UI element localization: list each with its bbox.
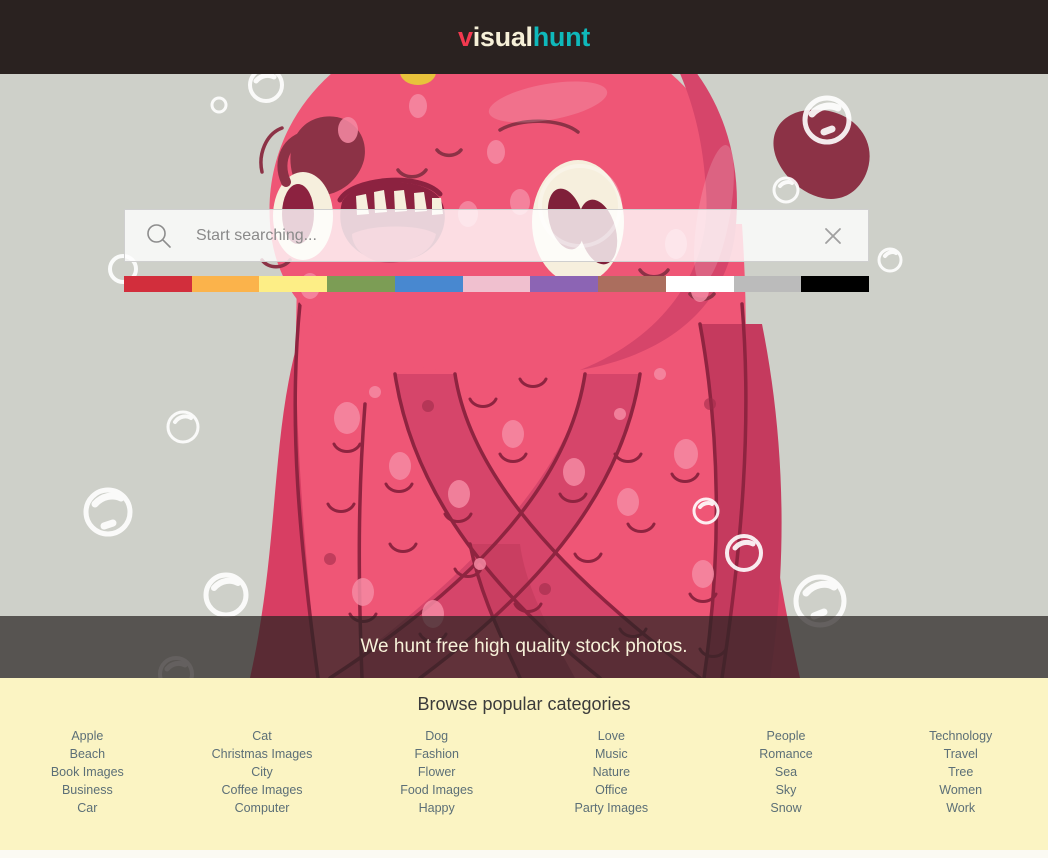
- category-link[interactable]: Sea: [699, 763, 874, 781]
- category-link[interactable]: Travel: [873, 745, 1048, 763]
- category-column-3: Dog Fashion Flower Food Images Happy: [349, 727, 524, 817]
- page-bottom-strip: [0, 850, 1048, 858]
- category-link[interactable]: Sky: [699, 781, 874, 799]
- category-link[interactable]: Cat: [175, 727, 350, 745]
- categories-section: Browse popular categories Apple Beach Bo…: [0, 678, 1048, 850]
- category-link[interactable]: Snow: [699, 799, 874, 817]
- category-link[interactable]: Work: [873, 799, 1048, 817]
- category-link[interactable]: City: [175, 763, 350, 781]
- category-link[interactable]: Romance: [699, 745, 874, 763]
- site-header: visualhunt: [0, 0, 1048, 74]
- color-swatch-black[interactable]: [801, 276, 870, 292]
- category-column-1: Apple Beach Book Images Business Car: [0, 727, 175, 817]
- categories-title: Browse popular categories: [417, 694, 631, 714]
- category-link[interactable]: Beach: [0, 745, 175, 763]
- category-link[interactable]: Food Images: [349, 781, 524, 799]
- color-swatch-purple[interactable]: [530, 276, 599, 292]
- category-link[interactable]: Christmas Images: [175, 745, 350, 763]
- category-link[interactable]: Tree: [873, 763, 1048, 781]
- category-link[interactable]: Computer: [175, 799, 350, 817]
- category-link[interactable]: Car: [0, 799, 175, 817]
- category-link[interactable]: Office: [524, 781, 699, 799]
- page-root: visualhunt Start searching... We hunt fr…: [0, 0, 1048, 858]
- category-link[interactable]: Apple: [0, 727, 175, 745]
- monster-illustration: [0, 74, 1048, 678]
- color-filter-bar: [124, 276, 870, 292]
- logo-text-hunt: hunt: [532, 21, 591, 52]
- color-swatch-brown[interactable]: [598, 276, 666, 292]
- category-link[interactable]: Technology: [873, 727, 1048, 745]
- search-box[interactable]: [124, 209, 869, 262]
- category-link[interactable]: Dog: [349, 727, 524, 745]
- site-logo[interactable]: visualhunt: [457, 21, 591, 52]
- hero-section: [0, 74, 1048, 678]
- category-link[interactable]: Party Images: [524, 799, 699, 817]
- logo-text-isual: isual: [472, 21, 533, 52]
- category-column-5: People Romance Sea Sky Snow: [699, 727, 874, 817]
- category-link[interactable]: Women: [873, 781, 1048, 799]
- search-icon: [147, 223, 171, 248]
- color-swatch-gray[interactable]: [733, 276, 802, 292]
- category-link[interactable]: Happy: [349, 799, 524, 817]
- category-link[interactable]: Flower: [349, 763, 524, 781]
- search-input[interactable]: [196, 226, 822, 245]
- close-icon[interactable]: [822, 225, 844, 247]
- category-column-2: Cat Christmas Images City Coffee Images …: [175, 727, 350, 817]
- category-link[interactable]: Music: [524, 745, 699, 763]
- color-swatch-green[interactable]: [327, 276, 395, 292]
- category-link[interactable]: Fashion: [349, 745, 524, 763]
- category-column-4: Love Music Nature Office Party Images: [524, 727, 699, 817]
- tagline-text: We hunt free high quality stock photos.: [360, 636, 688, 657]
- category-link[interactable]: Coffee Images: [175, 781, 350, 799]
- color-swatch-white[interactable]: [665, 276, 734, 292]
- category-link[interactable]: Love: [524, 727, 699, 745]
- category-link[interactable]: Book Images: [0, 763, 175, 781]
- category-column-6: Technology Travel Tree Women Work: [873, 727, 1048, 817]
- categories-columns: Apple Beach Book Images Business Car Cat…: [0, 727, 1048, 817]
- tagline-bar: We hunt free high quality stock photos.: [0, 616, 1048, 678]
- category-link[interactable]: Nature: [524, 763, 699, 781]
- category-link[interactable]: People: [699, 727, 874, 745]
- color-swatch-red[interactable]: [124, 276, 192, 292]
- color-swatch-orange[interactable]: [191, 276, 260, 292]
- color-swatch-pink[interactable]: [462, 276, 531, 292]
- logo-text-v: v: [457, 21, 473, 52]
- color-swatch-yellow[interactable]: [259, 276, 328, 292]
- category-link[interactable]: Business: [0, 781, 175, 799]
- color-swatch-blue[interactable]: [394, 276, 463, 292]
- search-area: [124, 209, 869, 262]
